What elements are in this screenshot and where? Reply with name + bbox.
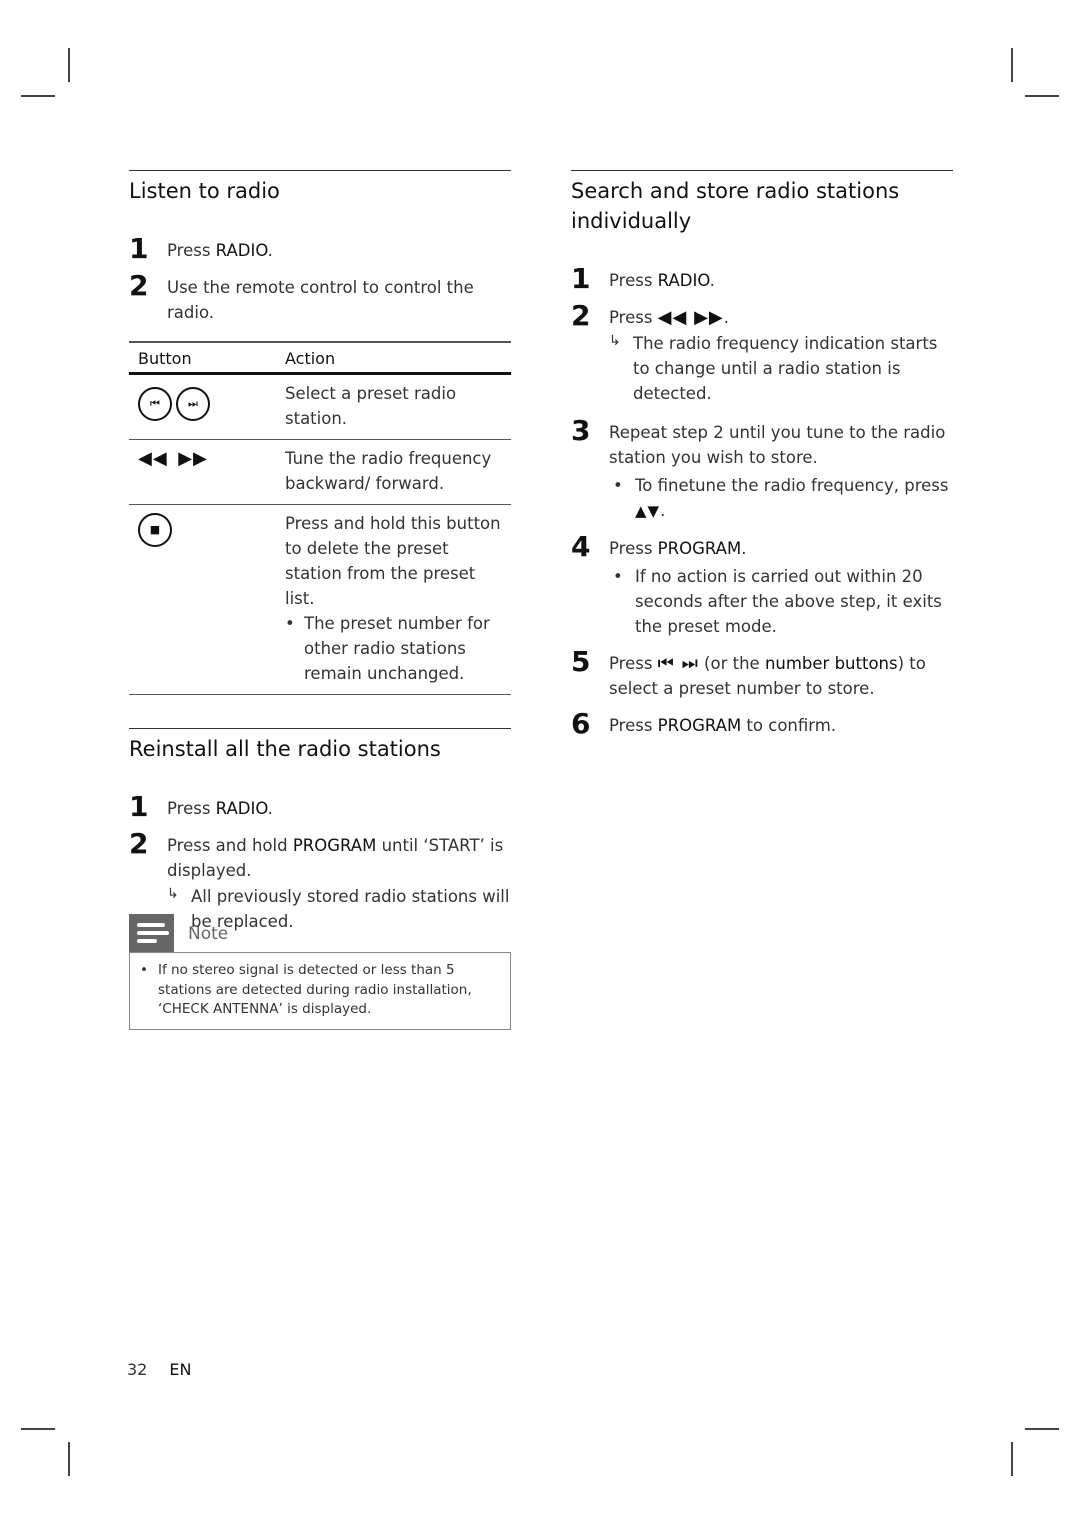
stop-icon: ■	[138, 513, 172, 547]
section-title-search: Search and store radio stations individu…	[571, 179, 900, 233]
section-divider	[129, 728, 511, 729]
up-down-icons: ▲▼	[635, 502, 661, 520]
crop-mark	[68, 48, 70, 82]
search-step-4: 4 Press PROGRAM. • If no action is carri…	[571, 530, 953, 639]
page-footer: 32 EN	[127, 1360, 213, 1379]
table-cell-action: Press and hold this button to delete the…	[285, 514, 501, 608]
next-icon: ⏭	[176, 387, 210, 421]
result-arrow-icon: ↳	[609, 333, 621, 349]
keyword-number-buttons: number buttons	[764, 654, 898, 673]
table-cell-action: Select a preset radio station.	[276, 373, 511, 440]
table-header-button: Button	[129, 341, 276, 375]
search-step-1: 1 Press RADIO.	[571, 262, 715, 295]
crop-mark	[21, 95, 55, 97]
keyword-radio: RADIO	[215, 799, 268, 818]
note-label: Note	[188, 924, 229, 944]
rewind-forward-icons: ◀◀ ▶▶	[657, 307, 724, 328]
step-number: 2	[129, 827, 149, 860]
search-step-5: 5 Press ⏮ ⏭ (or the number buttons) to s…	[571, 645, 926, 698]
table-cell-bullet: • The preset number for other radio stat…	[285, 614, 490, 683]
crop-mark	[1025, 1428, 1059, 1430]
section-title-listen: Listen to radio	[129, 179, 280, 203]
previous-next-icons: ⏮ ⏭	[657, 653, 699, 674]
rewind-icon: ◀◀	[138, 448, 168, 469]
step-number: 6	[571, 707, 591, 740]
section-title-reinstall: Reinstall all the radio stations	[129, 737, 441, 761]
section-divider	[571, 170, 953, 171]
language-code: EN	[169, 1360, 192, 1379]
keyword-program: PROGRAM	[657, 716, 742, 735]
reinstall-step-1: 1 Press RADIO.	[129, 790, 273, 823]
step-number: 5	[571, 645, 591, 678]
step-number: 1	[571, 262, 591, 295]
step-number: 1	[129, 232, 149, 265]
result-arrow-icon: ↳	[167, 886, 179, 902]
crop-mark	[21, 1428, 55, 1430]
keyword-program: PROGRAM	[292, 836, 377, 855]
crop-mark	[1011, 48, 1013, 82]
table-header-action: Action	[276, 341, 511, 375]
button-action-table: Button Action ⏮ ⏭ Select a preset radio s…	[129, 341, 511, 695]
step-bullet: • If no action is carried out within 20 …	[613, 567, 942, 636]
table-row: ◀◀ ▶▶ Tune the radio frequency backward/…	[129, 439, 511, 505]
table-row: ■ Press and hold this button to delete t…	[129, 504, 511, 695]
step-number: 1	[129, 790, 149, 823]
search-step-3: 3 Repeat step 2 until you tune to the ra…	[571, 414, 953, 524]
step-number: 2	[129, 269, 149, 302]
right-column: Search and store radio stations individu…	[571, 170, 953, 740]
crop-mark	[68, 1442, 70, 1476]
step-number: 2	[571, 299, 591, 332]
search-step-6: 6 Press PROGRAM to confirm.	[571, 707, 837, 740]
keyword-program: PROGRAM	[657, 539, 742, 558]
step-bullet: • To finetune the radio frequency, press…	[613, 476, 949, 520]
page-number: 32	[127, 1360, 148, 1379]
listen-step-2: 2 Use the remote control to control the …	[129, 269, 474, 322]
step-number: 4	[571, 530, 591, 563]
listen-step-1: 1 Press RADIO.	[129, 232, 273, 265]
crop-mark	[1011, 1442, 1013, 1476]
section-divider	[129, 170, 511, 171]
note-icon	[129, 914, 174, 952]
previous-icon: ⏮	[138, 387, 172, 421]
fast-forward-icon: ▶▶	[178, 448, 208, 469]
left-column: Listen to radio 1 Press RADIO. 2 Use the…	[129, 170, 511, 934]
search-step-2: 2 Press ◀◀ ▶▶. ↳ The radio frequency ind…	[571, 299, 953, 406]
crop-mark	[1025, 95, 1059, 97]
step-number: 3	[571, 414, 591, 447]
keyword-radio: RADIO	[657, 271, 710, 290]
note-box: Note • If no stereo signal is detected o…	[129, 914, 511, 1030]
table-cell-action: Tune the radio frequency backward/ forwa…	[276, 439, 511, 505]
table-row: ⏮ ⏭ Select a preset radio station.	[129, 373, 511, 440]
step-result: ↳ The radio frequency indication starts …	[609, 331, 953, 406]
keyword-radio: RADIO	[215, 241, 268, 260]
note-text: If no stereo signal is detected or less …	[158, 962, 472, 1017]
note-body: • If no stereo signal is detected or les…	[129, 952, 511, 1030]
